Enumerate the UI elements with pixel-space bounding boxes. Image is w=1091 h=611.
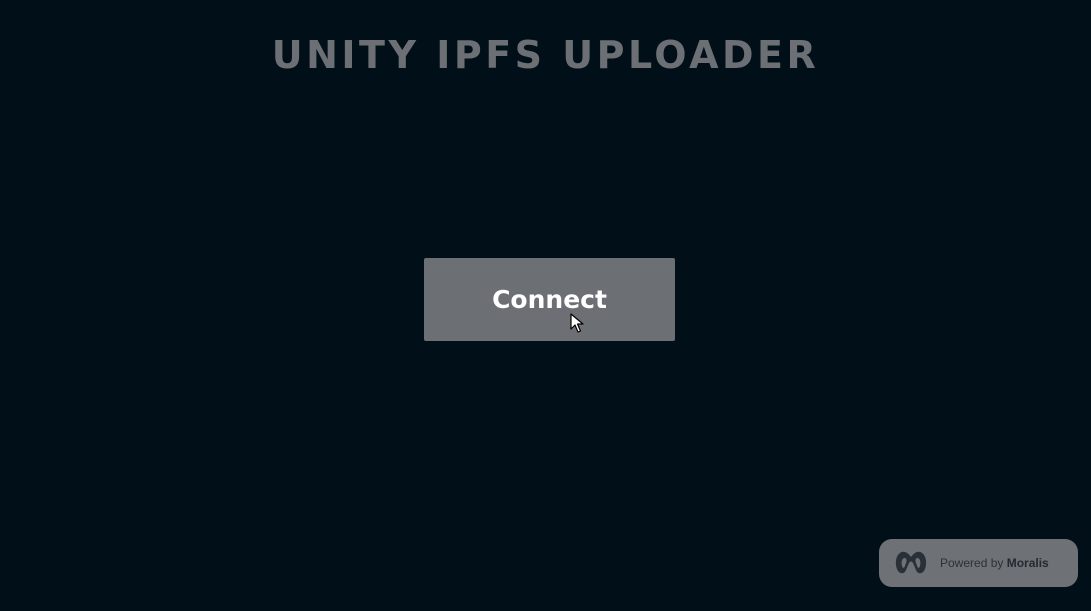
connect-button[interactable]: Connect	[424, 258, 675, 341]
powered-by-prefix: Powered by	[940, 556, 1004, 570]
arrow-cursor-icon	[570, 313, 584, 333]
app-screen: UNITY IPFS UPLOADER Connect Powered by M…	[0, 0, 1091, 611]
moralis-brand-text: Moralis	[1006, 556, 1049, 570]
moralis-logo-icon	[895, 551, 927, 574]
page-title: UNITY IPFS UPLOADER	[271, 33, 820, 77]
powered-by-moralis-badge[interactable]: Powered by Moralis	[879, 539, 1078, 587]
powered-by-label: Powered by Moralis	[940, 556, 1049, 570]
